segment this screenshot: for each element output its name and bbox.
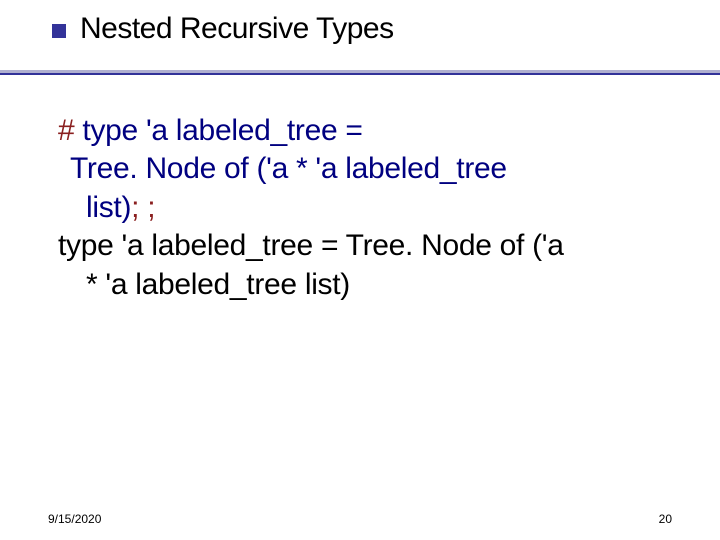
footer-date: 9/15/2020 <box>48 512 101 526</box>
code-line-2: Tree. Node of ('a * 'a labeled_tree <box>58 150 660 188</box>
code-line-3-post: ; ; <box>131 191 155 224</box>
code-line-3: list); ; <box>58 189 660 227</box>
slide-title: Nested Recursive Types <box>80 12 394 46</box>
code-line-3-pre: list) <box>86 191 131 224</box>
footer-page-number: 20 <box>659 512 672 526</box>
title-divider <box>0 70 720 76</box>
slide-body: # type 'a labeled_tree = Tree. Node of (… <box>58 112 660 304</box>
code-line-1: # type 'a labeled_tree = <box>58 112 660 150</box>
code-line-5: * 'a labeled_tree list) <box>58 266 660 304</box>
code-line-1-text: type 'a labeled_tree = <box>74 114 362 147</box>
title-row: Nested Recursive Types <box>52 12 680 46</box>
code-line-4: type 'a labeled_tree = Tree. Node of ('a <box>58 227 660 265</box>
slide: Nested Recursive Types # type 'a labeled… <box>0 0 720 540</box>
prompt-hash: # <box>58 114 74 147</box>
title-bullet-icon <box>52 24 66 38</box>
